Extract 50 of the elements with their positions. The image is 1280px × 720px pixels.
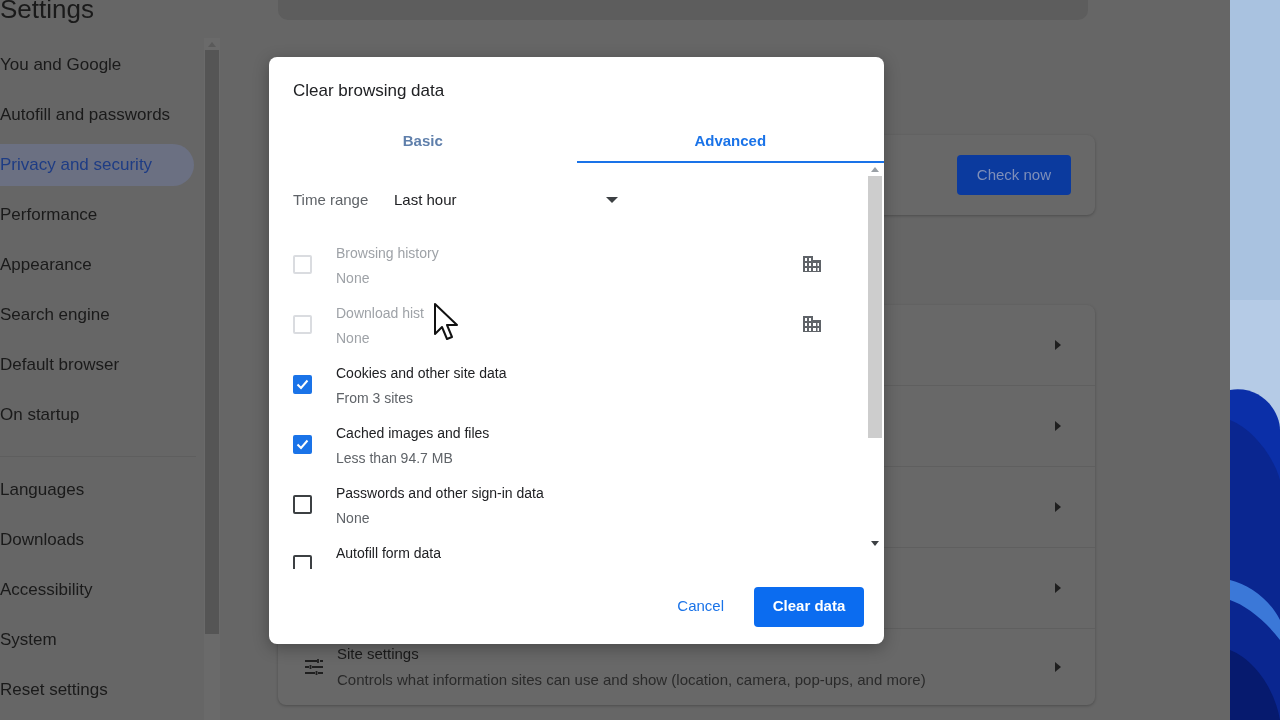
dialog-title: Clear browsing data	[292, 80, 446, 102]
chevron-right-icon	[1055, 340, 1061, 350]
sidebar-item[interactable]: Downloads	[0, 519, 194, 561]
building-icon	[802, 315, 822, 333]
data-type-label: Autofill form data	[336, 544, 443, 562]
sliders-icon	[304, 658, 324, 676]
site-settings-title: Site settings	[337, 643, 420, 664]
chevron-right-icon	[1055, 421, 1061, 431]
chevron-right-icon	[1055, 583, 1061, 593]
sidebar-item[interactable]: Performance	[0, 194, 194, 236]
time-range-label: Time range	[293, 189, 370, 210]
scroll-down-icon[interactable]	[871, 541, 879, 546]
dropdown-arrow-icon	[606, 197, 618, 203]
sidebar-item[interactable]: You and Google	[0, 44, 194, 86]
checkbox[interactable]	[293, 435, 312, 454]
time-range-dropdown[interactable]: Last hour	[394, 185, 618, 215]
data-type-detail: From 3 sites	[336, 389, 414, 407]
data-type-label: Browsing history	[336, 244, 440, 262]
data-type-detail: None	[336, 509, 371, 527]
sidebar-item[interactable]: System	[0, 619, 194, 661]
sidebar-item[interactable]: Languages	[0, 469, 194, 511]
sidebar-item[interactable]: Default browser	[0, 344, 194, 386]
sidebar-item[interactable]: Accessibility	[0, 569, 194, 611]
chevron-right-icon	[1055, 502, 1061, 512]
checkbox[interactable]	[293, 495, 312, 514]
data-type-detail: Less than 94.7 MB	[336, 449, 454, 467]
checkbox[interactable]	[293, 375, 312, 394]
cursor-icon	[433, 302, 459, 342]
tab[interactable]: Basic	[269, 122, 577, 163]
sidebar-item[interactable]: Search engine	[0, 294, 194, 336]
tab[interactable]: Advanced	[576, 122, 884, 163]
clear-data-button[interactable]: Clear data	[754, 586, 864, 627]
sidebar-item[interactable]: Reset settings	[0, 669, 194, 711]
data-type-label: Cookies and other site data	[336, 364, 508, 382]
data-type-label: Cached images and files	[336, 424, 491, 442]
chevron-right-icon	[1055, 662, 1061, 672]
sidebar-item[interactable]: Autofill and passwords	[0, 94, 194, 136]
settings-title: Settings	[0, 0, 95, 26]
sidebar-item[interactable]: Privacy and security	[0, 144, 194, 186]
checkbox[interactable]	[293, 555, 312, 569]
building-icon	[802, 255, 822, 273]
data-type-detail: None	[336, 269, 371, 287]
sidebar-item[interactable]: Appearance	[0, 244, 194, 286]
data-type-detail: None	[336, 329, 371, 347]
sidebar-item[interactable]: On startup	[0, 394, 194, 436]
site-settings-description: Controls what information sites can use and show (location, camera, pop-ups, and more)	[337, 670, 927, 690]
data-type-label: Download hist	[336, 304, 425, 322]
scroll-up-icon[interactable]	[871, 167, 879, 172]
check-now-button[interactable]: Check now	[956, 155, 1071, 195]
data-type-label: Passwords and other sign-in data	[336, 484, 545, 502]
